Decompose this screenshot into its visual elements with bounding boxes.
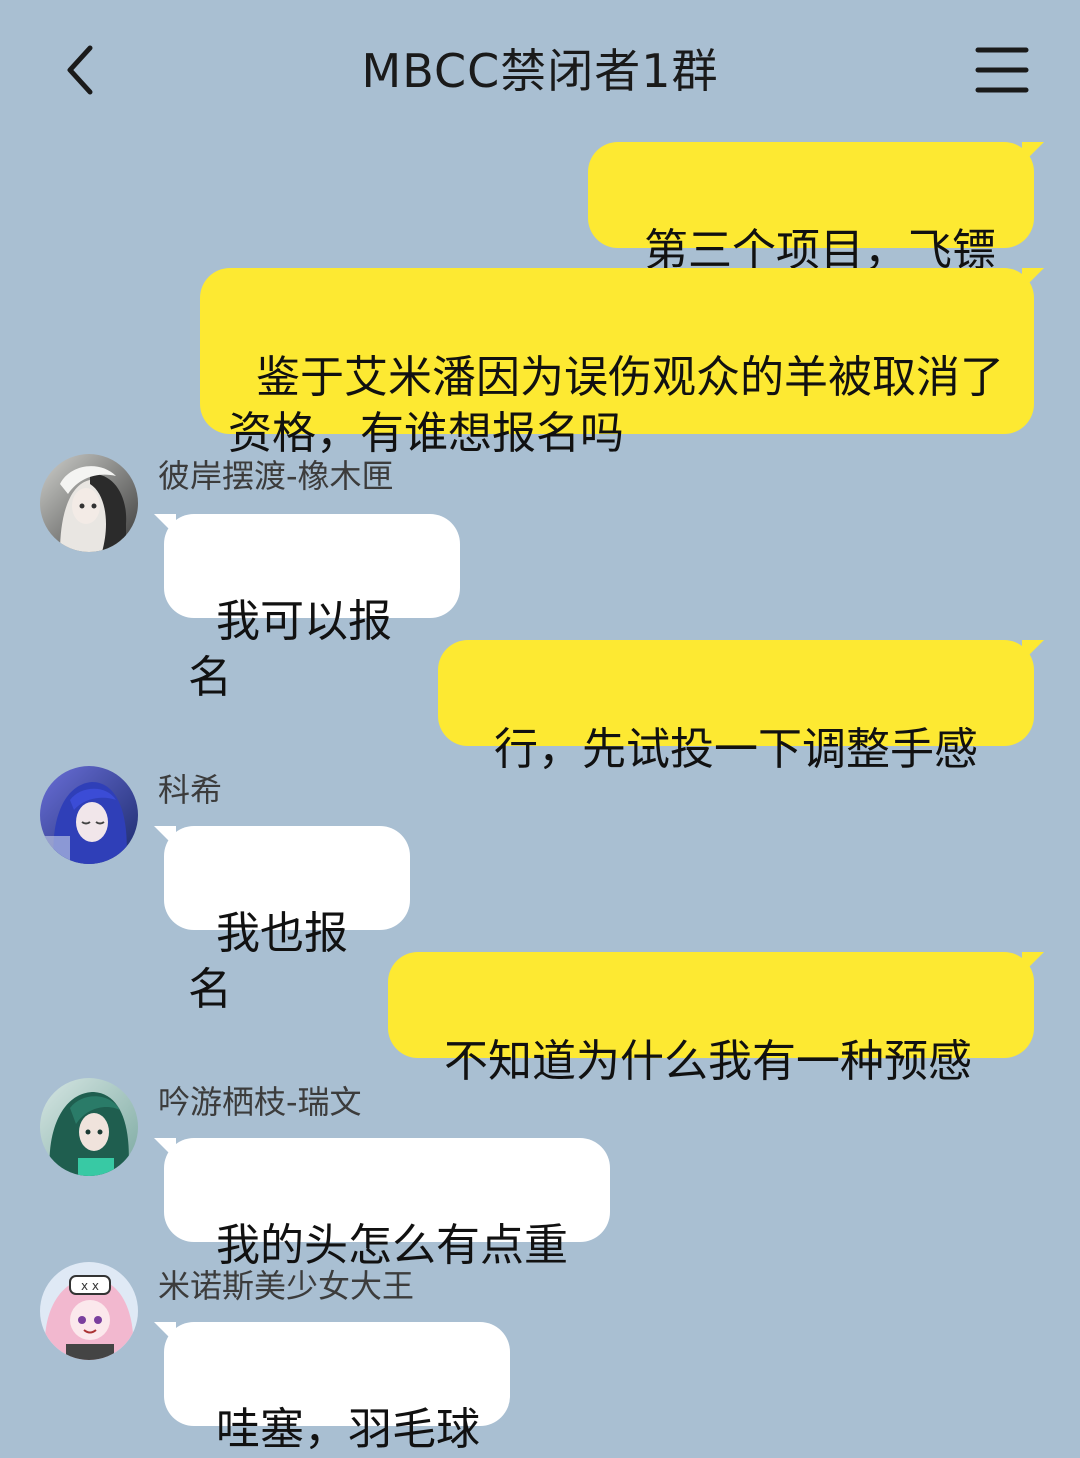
my-message-bubble[interactable]: 不知道为什么我有一种预感	[388, 952, 1044, 1087]
message-text: 不知道为什么我有一种预感	[443, 1036, 972, 1087]
message-text: 哇塞，羽毛球	[215, 1404, 480, 1455]
message-text: 我的头怎么有点重	[215, 1220, 568, 1271]
my-message-bubble[interactable]: 行，先试投一下调整手感	[438, 640, 1044, 775]
hamburger-menu-icon	[975, 47, 1029, 93]
avatar[interactable]	[40, 454, 138, 552]
svg-text:x x: x x	[81, 1279, 99, 1293]
my-message-bubble[interactable]: 第三个项目，飞镖	[588, 142, 1044, 276]
message-text: 鉴于艾米潘因为误伤观众的羊被取消了资格，有谁想报名吗	[228, 352, 1004, 459]
their-message-bubble[interactable]: 哇塞，羽毛球	[154, 1322, 510, 1455]
sender-name: 吟游栖枝-瑞文	[158, 1083, 362, 1121]
avatar[interactable]	[40, 766, 138, 864]
message-text: 我也报名	[188, 908, 348, 1015]
avatar[interactable]	[40, 1078, 138, 1176]
sender-name: 米诺斯美少女大王	[158, 1267, 415, 1305]
my-message-bubble[interactable]: 鉴于艾米潘因为误伤观众的羊被取消了资格，有谁想报名吗	[200, 268, 1044, 459]
avatar[interactable]: x x	[40, 1262, 138, 1360]
sender-name: 科希	[158, 771, 223, 809]
sender-name: 彼岸摆渡-橡木匣	[158, 457, 394, 495]
chat-header: MBCC禁闭者1群	[0, 0, 1080, 140]
their-message-bubble[interactable]: 我也报名	[154, 826, 410, 1015]
message-text: 我可以报名	[188, 596, 392, 703]
menu-button[interactable]	[968, 42, 1034, 98]
their-message-bubble[interactable]: 我的头怎么有点重	[154, 1138, 610, 1271]
message-text: 行，先试投一下调整手感	[493, 724, 978, 775]
their-message-bubble[interactable]: 我可以报名	[154, 514, 460, 703]
chat-title: MBCC禁闭者1群	[361, 44, 719, 98]
